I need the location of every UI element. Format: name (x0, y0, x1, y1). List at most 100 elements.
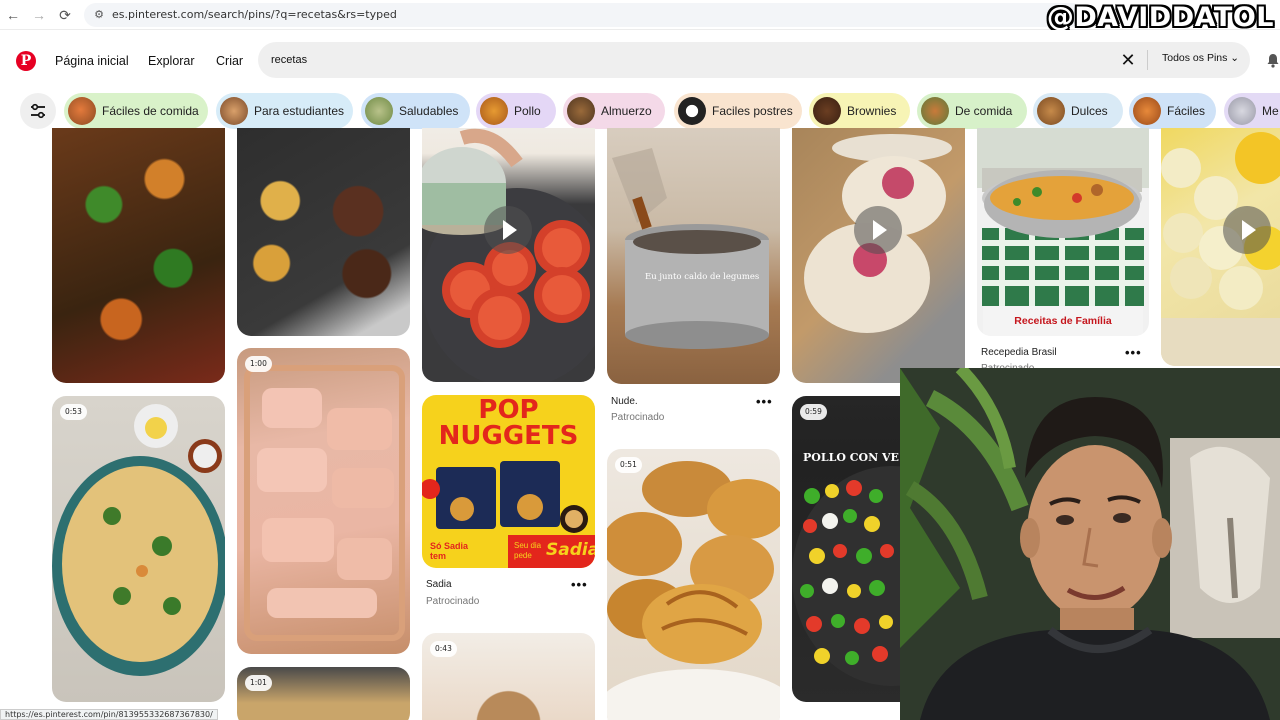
video-duration-badge: 0:53 (60, 404, 87, 420)
browser-toolbar: ← → ⟳ ⚙ es.pinterest.com/search/pins/?q=… (0, 0, 1280, 33)
forward-icon[interactable]: → (30, 6, 48, 24)
chip-label: Para estudiantes (254, 104, 345, 118)
pin-pasta-video[interactable]: 0:53 (52, 396, 225, 702)
chip-faciles-postres[interactable]: Faciles postres (674, 93, 802, 129)
ad-footer-right: Seu dia pede (514, 541, 542, 560)
pin-sadia-pop-nuggets-ad[interactable]: POP NUGGETS Só Sadia tem Seu dia pede Sa… (422, 395, 595, 568)
address-bar[interactable]: ⚙ es.pinterest.com/search/pins/?q=receta… (84, 3, 1084, 27)
chip-faciles-de-comida[interactable]: Fáciles de comida (64, 93, 208, 129)
chevron-down-icon: ⌄ (1230, 52, 1240, 64)
back-icon[interactable]: ← (4, 6, 22, 24)
nugget-packages-illustration (422, 461, 588, 533)
chip-label: Almuerzo (601, 104, 652, 118)
presenter-video-frame (900, 368, 1280, 720)
chip-para-estudiantes[interactable]: Para estudiantes (216, 93, 353, 129)
pin-tuna-tomatoes-video[interactable] (422, 128, 595, 382)
pin-raw-chicken-video[interactable]: 1:00 (237, 348, 410, 654)
ad-footer: Só Sadia tem Seu dia pede Sadia (422, 535, 595, 568)
chip-label: Faciles postres (712, 104, 793, 118)
pin-steak-potatoes[interactable] (237, 128, 410, 336)
chicken-tray-illustration (244, 365, 405, 641)
chip-de-comida[interactable]: De comida (917, 93, 1027, 129)
chip-label: Fáciles de comida (102, 104, 199, 118)
tuna-tomatoes-illustration (422, 128, 595, 382)
chip-dulces[interactable]: Dulces (1033, 93, 1123, 129)
chip-almuerzo[interactable]: Almuerzo (563, 93, 665, 129)
channel-watermark: @DAVIDDATOL (1046, 2, 1274, 33)
chip-faciles[interactable]: Fáciles (1129, 93, 1216, 129)
more-options-icon[interactable]: ••• (1125, 346, 1142, 359)
chip-me[interactable]: Me (1224, 93, 1280, 129)
chip-thumbnail (567, 97, 595, 125)
search-divider (1147, 50, 1148, 70)
video-duration-badge: 1:01 (245, 675, 272, 691)
chip-brownies[interactable]: Brownies (809, 93, 910, 129)
nav-home-link[interactable]: Página inicial (55, 54, 129, 68)
pinterest-header: P Página inicial Explorar Criar ✕ Todos … (0, 30, 1280, 90)
soup-pot-illustration (612, 148, 769, 349)
pin-filter-dropdown[interactable]: Todos os Pins ⌄ (1162, 52, 1239, 64)
pin-title[interactable]: Nude. (611, 396, 638, 407)
chip-thumbnail (921, 97, 949, 125)
pin-recepedia-ad[interactable]: Receitas de Família (977, 128, 1149, 336)
play-icon[interactable] (854, 206, 902, 254)
pin-veggie-stir-fry[interactable] (52, 128, 225, 383)
status-bar-url: https://es.pinterest.com/pin/81395533268… (0, 709, 218, 720)
search-input[interactable] (271, 42, 1091, 78)
pin-pollo-con-vegetales-video[interactable]: POLLO CON VE 0:59 (792, 396, 900, 702)
video-duration-badge: 0:43 (430, 641, 457, 657)
ad-brand-logo: Sadia (546, 540, 595, 560)
croissants-illustration (607, 461, 780, 720)
more-options-icon[interactable]: ••• (571, 578, 588, 591)
pin-sponsored-label: Patrocinado (426, 596, 480, 607)
clear-search-icon[interactable]: ✕ (1118, 50, 1138, 70)
chip-saludables[interactable]: Saludables (361, 93, 470, 129)
video-duration-badge: 0:59 (800, 404, 827, 420)
reload-icon[interactable]: ⟳ (56, 6, 74, 24)
more-options-icon[interactable]: ••• (756, 395, 773, 408)
screen: ← → ⟳ ⚙ es.pinterest.com/search/pins/?q=… (0, 0, 1280, 720)
chip-label: Dulces (1071, 104, 1108, 118)
rice-dish-illustration (977, 128, 1149, 306)
vegetables-illustration (792, 466, 900, 686)
chip-thumbnail (678, 97, 706, 125)
play-icon[interactable] (1223, 206, 1271, 254)
chip-thumbnail (480, 97, 508, 125)
address-text: es.pinterest.com/search/pins/?q=recetas&… (112, 8, 397, 21)
chip-thumbnail (1228, 97, 1256, 125)
sliders-icon (31, 103, 45, 119)
notifications-bell-icon[interactable] (1266, 53, 1280, 68)
play-icon[interactable] (484, 206, 532, 254)
chip-label: Pollo (514, 104, 541, 118)
ad-footer-left: Só Sadia tem (430, 541, 469, 561)
chip-pollo[interactable]: Pollo (476, 93, 556, 129)
video-caption: Eu junto caldo de legumes (645, 272, 760, 282)
pin-bananas-video[interactable] (1161, 128, 1280, 366)
pin-cookie-video[interactable]: 0:43 (422, 633, 595, 720)
pin-soup-pot-video[interactable]: Eu junto caldo de legumes (607, 128, 780, 384)
search-bar: ✕ Todos os Pins ⌄ (258, 42, 1250, 78)
nav-explore-link[interactable]: Explorar (148, 54, 195, 68)
pinterest-logo-icon[interactable]: P (16, 51, 36, 71)
tortilla-illustration (804, 134, 952, 333)
filters-button[interactable] (20, 93, 56, 129)
ad-headline-line-2: NUGGETS (438, 421, 579, 451)
nav-create-link[interactable]: Criar (216, 54, 243, 68)
video-duration-badge: 0:51 (615, 457, 642, 473)
pin-sponsored-label: Patrocinado (611, 412, 665, 423)
ad-headline: POP NUGGETS (422, 397, 595, 449)
pin-title[interactable]: Recepedia Brasil (981, 347, 1057, 358)
chip-thumbnail (220, 97, 248, 125)
chip-thumbnail (365, 97, 393, 125)
chip-label: Brownies (847, 104, 897, 118)
ad-banner: Receitas de Família (983, 306, 1143, 336)
pin-bottom-video[interactable]: 1:01 (237, 667, 410, 720)
pin-tortilla-meat-video[interactable] (792, 128, 965, 383)
video-caption: POLLO CON VE (803, 451, 899, 464)
pin-filter-label: Todos os Pins (1162, 52, 1228, 64)
chip-label: Fáciles (1167, 104, 1206, 118)
pasta-illustration (52, 404, 225, 676)
pin-title[interactable]: Sadia (426, 579, 452, 590)
pin-croissants-video[interactable]: 0:51 (607, 449, 780, 720)
site-info-icon[interactable]: ⚙ (92, 8, 106, 22)
